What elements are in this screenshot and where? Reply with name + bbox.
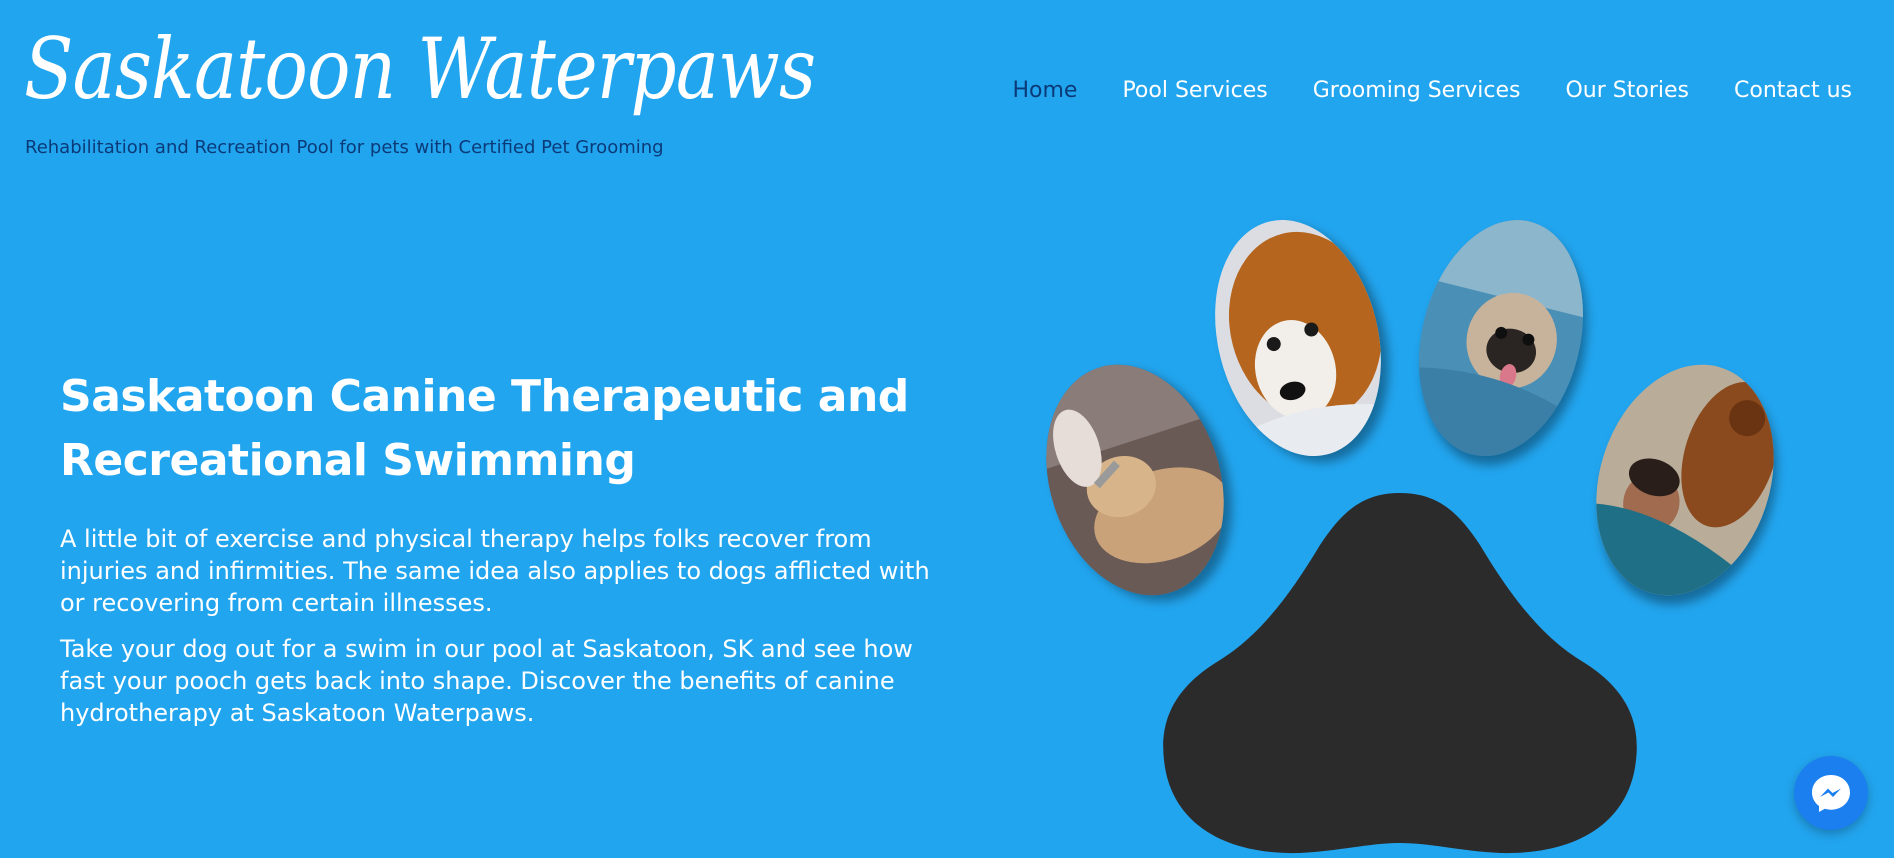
nav-item-our-stories[interactable]: Our Stories [1565, 78, 1689, 103]
messenger-icon [1812, 775, 1850, 812]
toe-photo-sheltie [1191, 202, 1405, 474]
hero-paragraph-2: Take your dog out for a swim in our pool… [60, 635, 913, 727]
paw-pad [1160, 485, 1640, 858]
messenger-chat-button[interactable] [1794, 756, 1868, 830]
site-logo[interactable]: Saskatoon Waterpaws [24, 14, 816, 124]
nav-item-home[interactable]: Home [1012, 78, 1077, 103]
paw-print-graphic [1017, 202, 1803, 858]
hero-paragraph-1: A little bit of exercise and physical th… [60, 525, 930, 617]
toe-photo-pug-swimming [1395, 202, 1607, 474]
site-tagline: Rehabilitation and Recreation Pool for p… [25, 137, 664, 158]
nav-item-contact-us[interactable]: Contact us [1734, 78, 1852, 103]
main-nav: Home Pool Services Grooming Services Our… [1012, 78, 1852, 103]
hero-section: Saskatoon Canine Therapeutic and Recreat… [60, 365, 960, 743]
hero-title: Saskatoon Canine Therapeutic and Recreat… [60, 371, 909, 486]
nav-item-grooming-services[interactable]: Grooming Services [1313, 78, 1521, 103]
nav-item-pool-services[interactable]: Pool Services [1122, 78, 1267, 103]
site-header: Saskatoon Waterpaws Rehabilitation and R… [0, 0, 1894, 175]
